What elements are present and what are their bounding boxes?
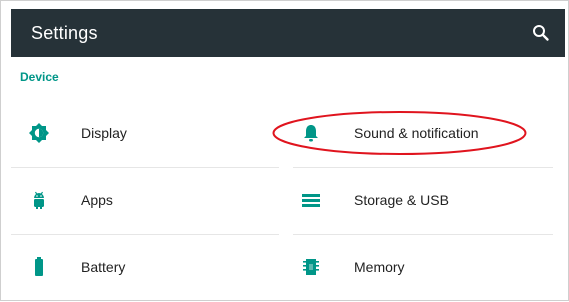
android-icon <box>28 189 50 211</box>
settings-item-storage-usb[interactable]: Storage & USB <box>293 168 553 235</box>
settings-item-display[interactable]: Display <box>11 101 279 168</box>
app-bar: Settings <box>11 9 565 57</box>
settings-item-label: Battery <box>81 259 126 275</box>
settings-item-label: Display <box>81 125 127 141</box>
storage-icon <box>300 189 322 211</box>
settings-item-label: Memory <box>354 259 405 275</box>
brightness-icon <box>28 122 50 144</box>
settings-item-apps[interactable]: Apps <box>11 168 279 235</box>
settings-item-battery[interactable]: Battery <box>11 235 279 302</box>
settings-item-label: Apps <box>81 192 113 208</box>
settings-item-label: Sound & notification <box>354 125 479 141</box>
memory-chip-icon <box>300 256 322 278</box>
settings-item-sound-notification[interactable]: Sound & notification <box>293 101 553 168</box>
search-icon[interactable] <box>529 21 553 45</box>
battery-icon <box>28 256 50 278</box>
section-header-device: Device <box>20 70 59 84</box>
settings-item-memory[interactable]: Memory <box>293 235 553 302</box>
bell-icon <box>300 122 322 144</box>
settings-item-label: Storage & USB <box>354 192 449 208</box>
app-title: Settings <box>31 23 98 43</box>
